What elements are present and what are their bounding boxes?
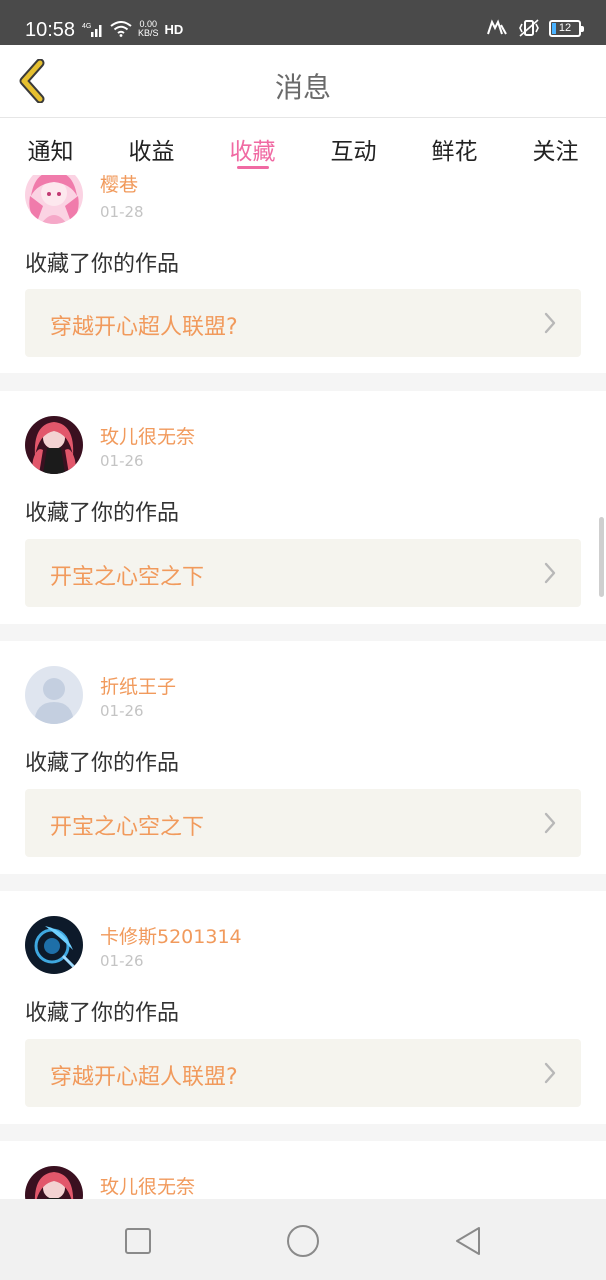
blue-dark-avatar-icon — [25, 916, 83, 974]
red-anime-avatar-icon — [25, 1166, 83, 1199]
message-tabs: 通知 收益 收藏 互动 鲜花 关注 — [0, 119, 606, 175]
list-item: 卡修斯5201314 01-26 收藏了你的作品 穿越开心超人联盟? — [0, 891, 606, 1124]
list-item: 樱巷 01-28 收藏了你的作品 穿越开心超人联盟? — [0, 175, 606, 373]
triangle-back-icon — [456, 1227, 480, 1255]
game-mode-icon — [487, 19, 507, 35]
battery-icon: 12 — [549, 19, 584, 37]
recents-button[interactable] — [118, 1221, 158, 1261]
chevron-right-icon — [544, 812, 556, 834]
favorites-list[interactable]: 樱巷 01-28 收藏了你的作品 穿越开心超人联盟? 玫儿很无奈 01-26 收… — [0, 175, 606, 1199]
tab-favorites[interactable]: 收藏 — [202, 119, 303, 175]
action-text: 收藏了你的作品 — [25, 1001, 180, 1026]
status-left-icons: 4G 0.00 KB/S HD — [82, 20, 183, 38]
username[interactable]: 樱巷 — [100, 175, 138, 197]
app-header: 消息 — [0, 45, 606, 118]
username[interactable]: 折纸王子 — [100, 672, 176, 699]
vibrate-icon — [519, 19, 539, 37]
chevron-right-icon — [544, 1062, 556, 1084]
divider — [0, 874, 606, 891]
date: 01-26 — [100, 952, 144, 970]
work-title: 穿越开心超人联盟? — [50, 1065, 238, 1090]
list-item: 玫儿很无奈 — [0, 1141, 606, 1199]
chevron-right-icon — [544, 562, 556, 584]
scrollbar[interactable] — [599, 517, 604, 597]
work-title: 开宝之心空之下 — [50, 565, 205, 590]
system-nav-bar — [0, 1199, 606, 1280]
red-anime-avatar-icon — [25, 416, 83, 474]
battery-level: 12 — [558, 21, 572, 34]
date: 01-26 — [100, 702, 144, 720]
action-text: 收藏了你的作品 — [25, 751, 180, 776]
avatar[interactable] — [25, 175, 83, 224]
work-link[interactable]: 开宝之心空之下 — [25, 789, 581, 857]
username[interactable]: 卡修斯5201314 — [100, 922, 242, 949]
wifi-icon — [110, 21, 132, 37]
list-item: 玫儿很无奈 01-26 收藏了你的作品 开宝之心空之下 — [0, 391, 606, 625]
action-text: 收藏了你的作品 — [25, 252, 180, 277]
chevron-right-icon — [544, 312, 556, 334]
avatar[interactable] — [25, 666, 83, 724]
pink-anime-avatar-icon — [25, 175, 83, 224]
hd-label: HD — [164, 21, 184, 37]
divider — [0, 373, 606, 391]
work-link[interactable]: 穿越开心超人联盟? — [25, 1039, 581, 1107]
status-right-icons: 12 — [485, 19, 584, 37]
work-title: 穿越开心超人联盟? — [50, 315, 238, 340]
date: 01-26 — [100, 452, 144, 470]
work-title: 开宝之心空之下 — [50, 815, 205, 840]
page-title: 消息 — [274, 71, 331, 104]
square-icon — [125, 1228, 151, 1254]
avatar[interactable] — [25, 916, 83, 974]
tab-interaction[interactable]: 互动 — [303, 119, 404, 175]
date: 01-28 — [100, 203, 144, 221]
avatar[interactable] — [25, 416, 83, 474]
username[interactable]: 玫儿很无奈 — [100, 1172, 195, 1199]
list-item: 折纸王子 01-26 收藏了你的作品 开宝之心空之下 — [0, 641, 606, 874]
avatar[interactable] — [25, 1166, 83, 1199]
net-speed: 0.00 KB/S — [138, 20, 159, 38]
work-link[interactable]: 开宝之心空之下 — [25, 539, 581, 607]
username[interactable]: 玫儿很无奈 — [100, 422, 195, 449]
action-text: 收藏了你的作品 — [25, 501, 180, 526]
back-nav-button[interactable] — [448, 1221, 488, 1261]
tab-flowers[interactable]: 鲜花 — [404, 119, 505, 175]
net-speed-unit: KB/S — [138, 28, 159, 38]
tab-income[interactable]: 收益 — [101, 119, 202, 175]
tab-follow[interactable]: 关注 — [505, 119, 606, 175]
signal-icon: 4G — [82, 23, 102, 37]
home-button[interactable] — [283, 1221, 323, 1261]
status-time: 10:58 — [25, 19, 76, 41]
divider — [0, 624, 606, 641]
svg-text:4G: 4G — [82, 23, 91, 30]
divider — [0, 1124, 606, 1141]
work-link[interactable]: 穿越开心超人联盟? — [25, 289, 581, 357]
tab-notification[interactable]: 通知 — [0, 119, 101, 175]
status-bar: 10:58 4G 0.00 KB/S HD 12 — [0, 0, 606, 45]
default-avatar-icon — [25, 666, 83, 724]
circle-icon — [287, 1225, 319, 1257]
